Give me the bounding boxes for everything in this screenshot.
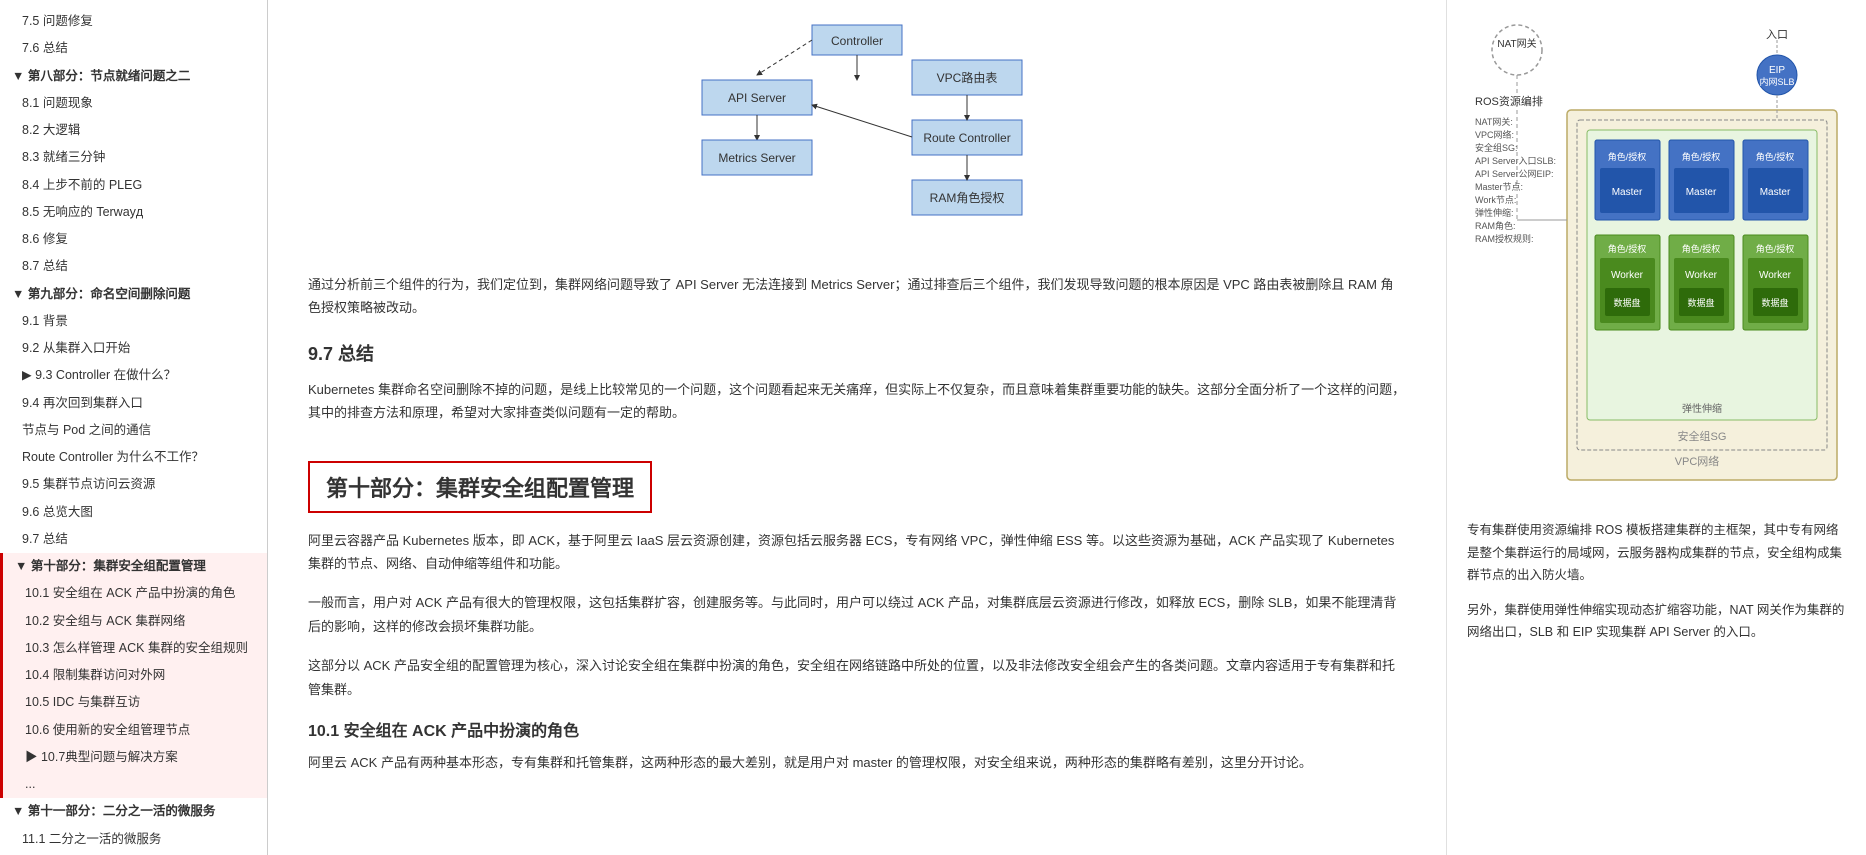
svg-text:角色/授权: 角色/授权 [1682, 151, 1721, 162]
sidebar-item-102[interactable]: 10.2 安全组与 ACK 集群网络 [0, 608, 267, 635]
sidebar-item-92[interactable]: 9.2 从集群入口开始 [0, 335, 267, 362]
svg-text:Master: Master [1686, 187, 1717, 198]
svg-text:Metrics Server: Metrics Server [718, 151, 795, 165]
svg-text:Worker: Worker [1685, 270, 1718, 281]
sidebar-item-75[interactable]: 7.5 问题修复 [0, 8, 267, 35]
svg-text:Controller: Controller [831, 34, 883, 48]
svg-text:EIP: EIP [1769, 65, 1785, 76]
svg-text:Master节点:: Master节点: [1475, 182, 1523, 192]
section-97-title: 9.7 总结 [308, 340, 1406, 366]
right-text-2: 另外，集群使用弹性伸缩实现动态扩缩容功能，NAT 网关作为集群的网络出口，SLB… [1467, 599, 1846, 644]
svg-text:角色/授权: 角色/授权 [1756, 151, 1795, 162]
sidebar-item-83[interactable]: 8.3 就绪三分钟 [0, 144, 267, 171]
svg-text:Worker: Worker [1759, 270, 1792, 281]
sidebar-item-96[interactable]: 9.6 总览大图 [0, 499, 267, 526]
svg-text:NAT网关:: NAT网关: [1475, 116, 1513, 127]
svg-text:Master: Master [1760, 187, 1791, 198]
sidebar-item-108[interactable]: ... [0, 771, 267, 798]
svg-text:VPC路由表: VPC路由表 [937, 70, 998, 85]
sidebar-item-part11[interactable]: ▼ 第十一部分：二分之一活的微服务 [0, 798, 267, 825]
svg-text:API Server: API Server [728, 91, 786, 105]
svg-text:VPC网络:: VPC网络: [1475, 129, 1514, 140]
paragraph-10-3: 这部分以 ACK 产品安全组的配置管理为核心，深入讨论安全组在集群中扮演的角色，… [308, 654, 1406, 701]
sidebar-item-81[interactable]: 8.1 问题现象 [0, 90, 267, 117]
sidebar-item-104[interactable]: 10.4 限制集群访问对外网 [0, 662, 267, 689]
svg-text:入口: 入口 [1766, 29, 1788, 41]
svg-text:API Server入口SLB:: API Server入口SLB: [1475, 156, 1556, 166]
main-content: Controller API Server Metrics Server VPC… [268, 0, 1866, 855]
svg-text:RAM角色:: RAM角色: [1475, 220, 1516, 231]
right-text-1: 专有集群使用资源编排 ROS 模板搭建集群的主框架，其中专有网络是整个集群运行的… [1467, 519, 1846, 587]
svg-text:内网SLB: 内网SLB [1759, 76, 1794, 87]
paragraph-101: 阿里云 ACK 产品有两种基本形态，专有集群和托管集群，这两种形态的最大差别，就… [308, 751, 1406, 774]
sidebar-item-86[interactable]: 8.6 修复 [0, 226, 267, 253]
svg-text:API Server公网EIP:: API Server公网EIP: [1475, 169, 1554, 179]
ros-svg: NAT网关 入口 EIP 内网SLB ROS资源编排 NAT网关: VPC网络:… [1467, 20, 1847, 500]
svg-text:VPC网络: VPC网络 [1675, 454, 1720, 468]
sidebar-item-107[interactable]: ▶ 10.7典型问题与解决方案 [0, 744, 267, 771]
sidebar-item-103[interactable]: 10.3 怎么样管理 ACK 集群的安全组规则 [0, 635, 267, 662]
svg-text:NAT网关: NAT网关 [1497, 37, 1536, 50]
sidebar-item-94b[interactable]: 节点与 Pod 之间的通信 [0, 417, 267, 444]
paragraph-intro: 通过分析前三个组件的行为，我们定位到，集群网络问题导致了 API Server … [308, 273, 1406, 320]
paragraph-97: Kubernetes 集群命名空间删除不掉的问题，是线上比较常见的一个问题，这个… [308, 378, 1406, 425]
paragraph-10-2: 一般而言，用户对 ACK 产品有很大的管理权限，这包括集群扩容，创建服务等。与此… [308, 591, 1406, 638]
svg-text:RAM角色授权: RAM角色授权 [930, 190, 1005, 205]
diagram-svg: Controller API Server Metrics Server VPC… [657, 20, 1057, 250]
svg-text:数据盘: 数据盘 [1687, 297, 1714, 308]
sidebar-item-part8[interactable]: ▼ 第八部分：节点就绪问题之二 [0, 63, 267, 90]
sidebar-item-85[interactable]: 8.5 无响应的 Terwayд [0, 199, 267, 226]
sidebar-item-76[interactable]: 7.6 总结 [0, 35, 267, 62]
sidebar-item-106[interactable]: 10.6 使用新的安全组管理节点 [0, 717, 267, 744]
sidebar-item-93[interactable]: ▶ 9.3 Controller 在做什么？ [0, 362, 267, 389]
sidebar-item-95[interactable]: 9.5 集群节点访问云资源 [0, 471, 267, 498]
sidebar-item-82[interactable]: 8.2 大逻辑 [0, 117, 267, 144]
sidebar-item-87[interactable]: 8.7 总结 [0, 253, 267, 280]
sidebar-item-101[interactable]: 10.1 安全组在 ACK 产品中扮演的角色 [0, 580, 267, 607]
svg-text:Worker: Worker [1611, 270, 1644, 281]
sidebar-item-84[interactable]: 8.4 上步不前的 PLEG [0, 172, 267, 199]
svg-text:安全组SG:: 安全组SG: [1475, 142, 1518, 153]
svg-text:角色/授权: 角色/授权 [1756, 243, 1795, 254]
svg-text:Work节点:: Work节点: [1475, 195, 1516, 205]
svg-text:弹性伸缩:: 弹性伸缩: [1475, 207, 1514, 218]
sidebar: 7.5 问题修复 7.6 总结 ▼ 第八部分：节点就绪问题之二 8.1 问题现象… [0, 0, 268, 855]
svg-text:弹性伸缩: 弹性伸缩 [1682, 402, 1722, 415]
center-panel: Controller API Server Metrics Server VPC… [268, 0, 1446, 855]
chapter-10-title: 第十部分：集群安全组配置管理 [308, 461, 652, 513]
ros-diagram: NAT网关 入口 EIP 内网SLB ROS资源编排 NAT网关: VPC网络:… [1467, 20, 1846, 503]
sidebar-item-part10[interactable]: ▼ 第十部分：集群安全组配置管理 [0, 553, 267, 580]
svg-text:角色/授权: 角色/授权 [1682, 243, 1721, 254]
svg-text:Route Controller: Route Controller [923, 131, 1010, 145]
sidebar-item-111[interactable]: 11.1 二分之一活的微服务 [0, 826, 267, 853]
sidebar-item-94c[interactable]: Route Controller 为什么不工作？ [0, 444, 267, 471]
right-panel: NAT网关 入口 EIP 内网SLB ROS资源编排 NAT网关: VPC网络:… [1446, 0, 1866, 855]
svg-text:角色/授权: 角色/授权 [1608, 151, 1647, 162]
svg-text:角色/授权: 角色/授权 [1608, 243, 1647, 254]
sidebar-item-91[interactable]: 9.1 背景 [0, 308, 267, 335]
svg-text:数据盘: 数据盘 [1761, 297, 1788, 308]
svg-text:RAM授权规则:: RAM授权规则: [1475, 233, 1534, 244]
sidebar-item-part9[interactable]: ▼ 第九部分：命名空间删除问题 [0, 281, 267, 308]
svg-text:数据盘: 数据盘 [1613, 297, 1640, 308]
section-101-title: 10.1 安全组在 ACK 产品中扮演的角色 [308, 717, 1406, 741]
svg-text:ROS资源编排: ROS资源编排 [1475, 94, 1543, 108]
sidebar-item-94[interactable]: 9.4 再次回到集群入口 [0, 390, 267, 417]
sidebar-item-105[interactable]: 10.5 IDC 与集群互访 [0, 689, 267, 716]
paragraph-10-1: 阿里云容器产品 Kubernetes 版本，即 ACK，基于阿里云 IaaS 层… [308, 529, 1406, 576]
architecture-diagram: Controller API Server Metrics Server VPC… [308, 20, 1406, 253]
svg-text:Master: Master [1612, 187, 1643, 198]
sidebar-item-97[interactable]: 9.7 总结 [0, 526, 267, 553]
svg-text:安全组SG: 安全组SG [1678, 429, 1727, 443]
